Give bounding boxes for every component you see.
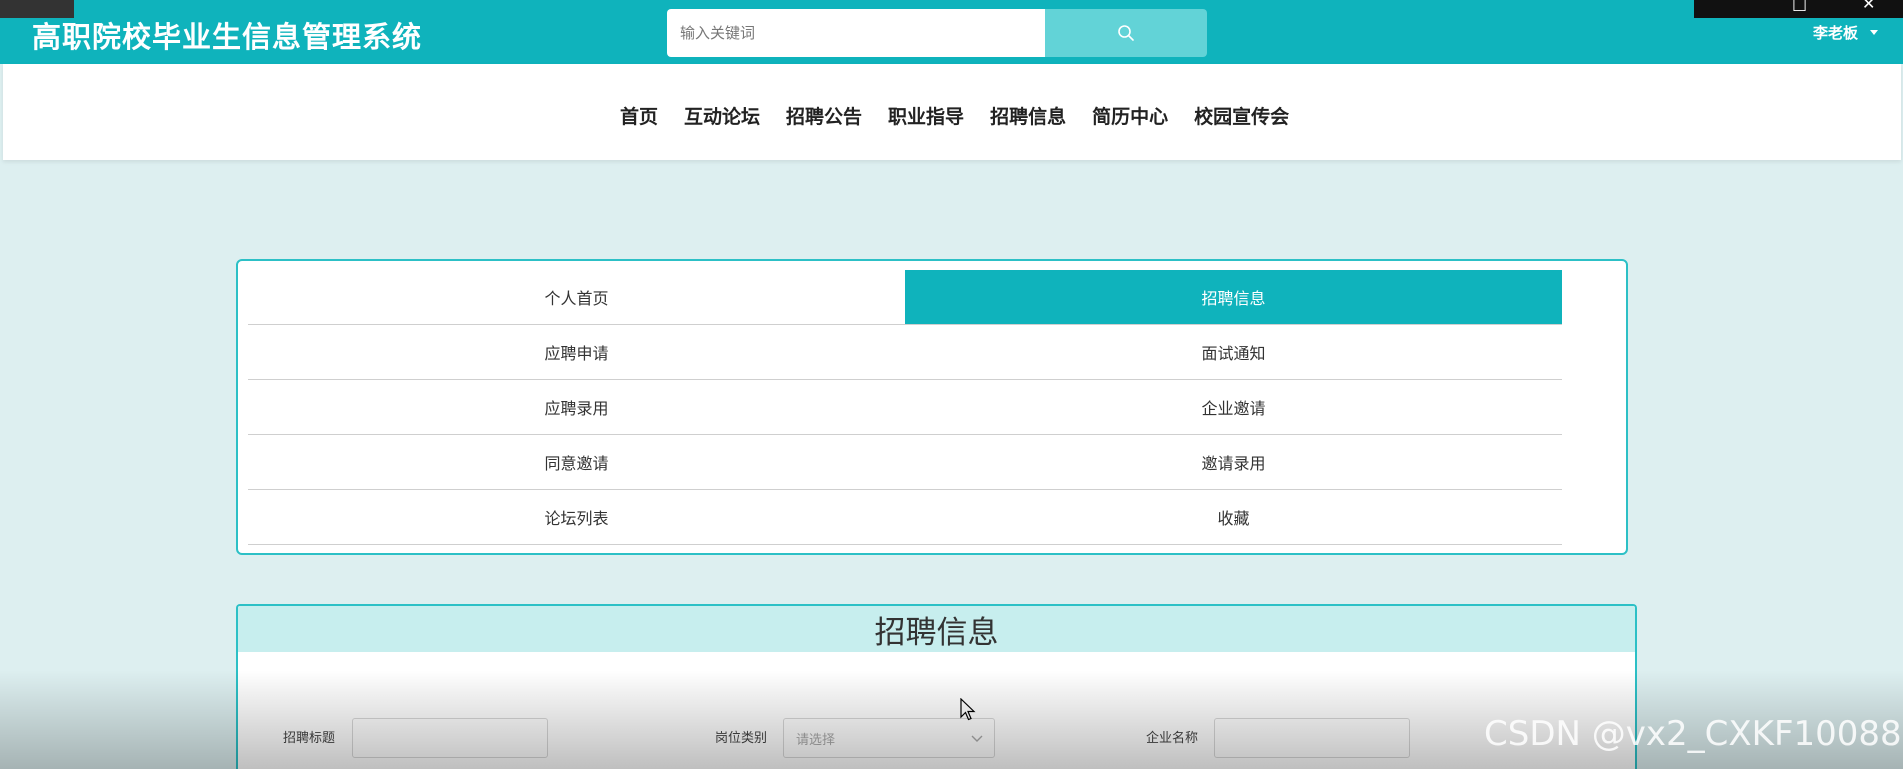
site-title: 高职院校毕业生信息管理系统: [32, 20, 423, 54]
nav-item-recruit-info[interactable]: 招聘信息: [990, 102, 1066, 129]
menu-item-invite-hired[interactable]: 邀请录用: [905, 435, 1562, 490]
filter-category-select[interactable]: 请选择: [783, 718, 995, 758]
menu-item-favorites[interactable]: 收藏: [905, 490, 1562, 545]
search-button[interactable]: [1045, 9, 1207, 57]
filter-company-input[interactable]: [1214, 718, 1410, 758]
menu-item-recruit-info[interactable]: 招聘信息: [905, 270, 1562, 325]
nav-item-career-guidance[interactable]: 职业指导: [888, 102, 964, 129]
nav-item-resume-center[interactable]: 简历中心: [1092, 102, 1168, 129]
filter-title-input[interactable]: [352, 718, 548, 758]
close-icon[interactable]: ✕: [1862, 0, 1875, 13]
mouse-cursor-icon: [960, 698, 976, 721]
panel-title: 招聘信息: [874, 614, 999, 651]
top-bar: □ ✕ 高职院校毕业生信息管理系统 李老板: [0, 0, 1903, 64]
search-input[interactable]: [667, 9, 1045, 57]
recruit-info-panel: 招聘信息 招聘标题 岗位类别 请选择 企业名称: [236, 604, 1637, 769]
filter-company-label: 企业名称: [1146, 731, 1199, 746]
maximize-icon[interactable]: □: [1792, 0, 1807, 13]
search-icon: [1118, 25, 1134, 41]
user-menu[interactable]: 李老板: [1813, 22, 1879, 43]
menu-item-forum-list[interactable]: 论坛列表: [248, 490, 905, 545]
filter-title-label: 招聘标题: [283, 731, 336, 746]
user-center-menu: 个人首页 招聘信息 应聘申请 面试通知 应聘录用 企业邀请 同意邀请 邀请录用 …: [236, 259, 1628, 555]
menu-item-accepted-invites[interactable]: 同意邀请: [248, 435, 905, 490]
caret-down-icon: [1870, 30, 1879, 35]
window-controls: □ ✕: [1694, 0, 1903, 18]
nav-list: 首页 互动论坛 招聘公告 职业指导 招聘信息 简历中心 校园宣传会: [620, 102, 1320, 129]
nav-item-home[interactable]: 首页: [620, 102, 658, 129]
nav-item-forum[interactable]: 互动论坛: [684, 102, 760, 129]
filter-category-placeholder: 请选择: [796, 732, 836, 748]
menu-item-hired[interactable]: 应聘录用: [248, 380, 905, 435]
menu-grid: 个人首页 招聘信息 应聘申请 面试通知 应聘录用 企业邀请 同意邀请 邀请录用 …: [248, 270, 1562, 545]
filter-category-label: 岗位类别: [715, 731, 768, 746]
chevron-down-icon: [971, 735, 983, 742]
nav-item-recruit-notice[interactable]: 招聘公告: [786, 102, 862, 129]
menu-item-applications[interactable]: 应聘申请: [248, 325, 905, 380]
menu-item-company-invites[interactable]: 企业邀请: [905, 380, 1562, 435]
menu-item-personal-home[interactable]: 个人首页: [248, 270, 905, 325]
menu-item-interview-notices[interactable]: 面试通知: [905, 325, 1562, 380]
main-nav: 首页 互动论坛 招聘公告 职业指导 招聘信息 简历中心 校园宣传会: [3, 64, 1901, 160]
panel-header: 招聘信息: [238, 606, 1635, 652]
user-name: 李老板: [1813, 24, 1859, 42]
nav-item-campus-fair[interactable]: 校园宣传会: [1194, 102, 1289, 129]
